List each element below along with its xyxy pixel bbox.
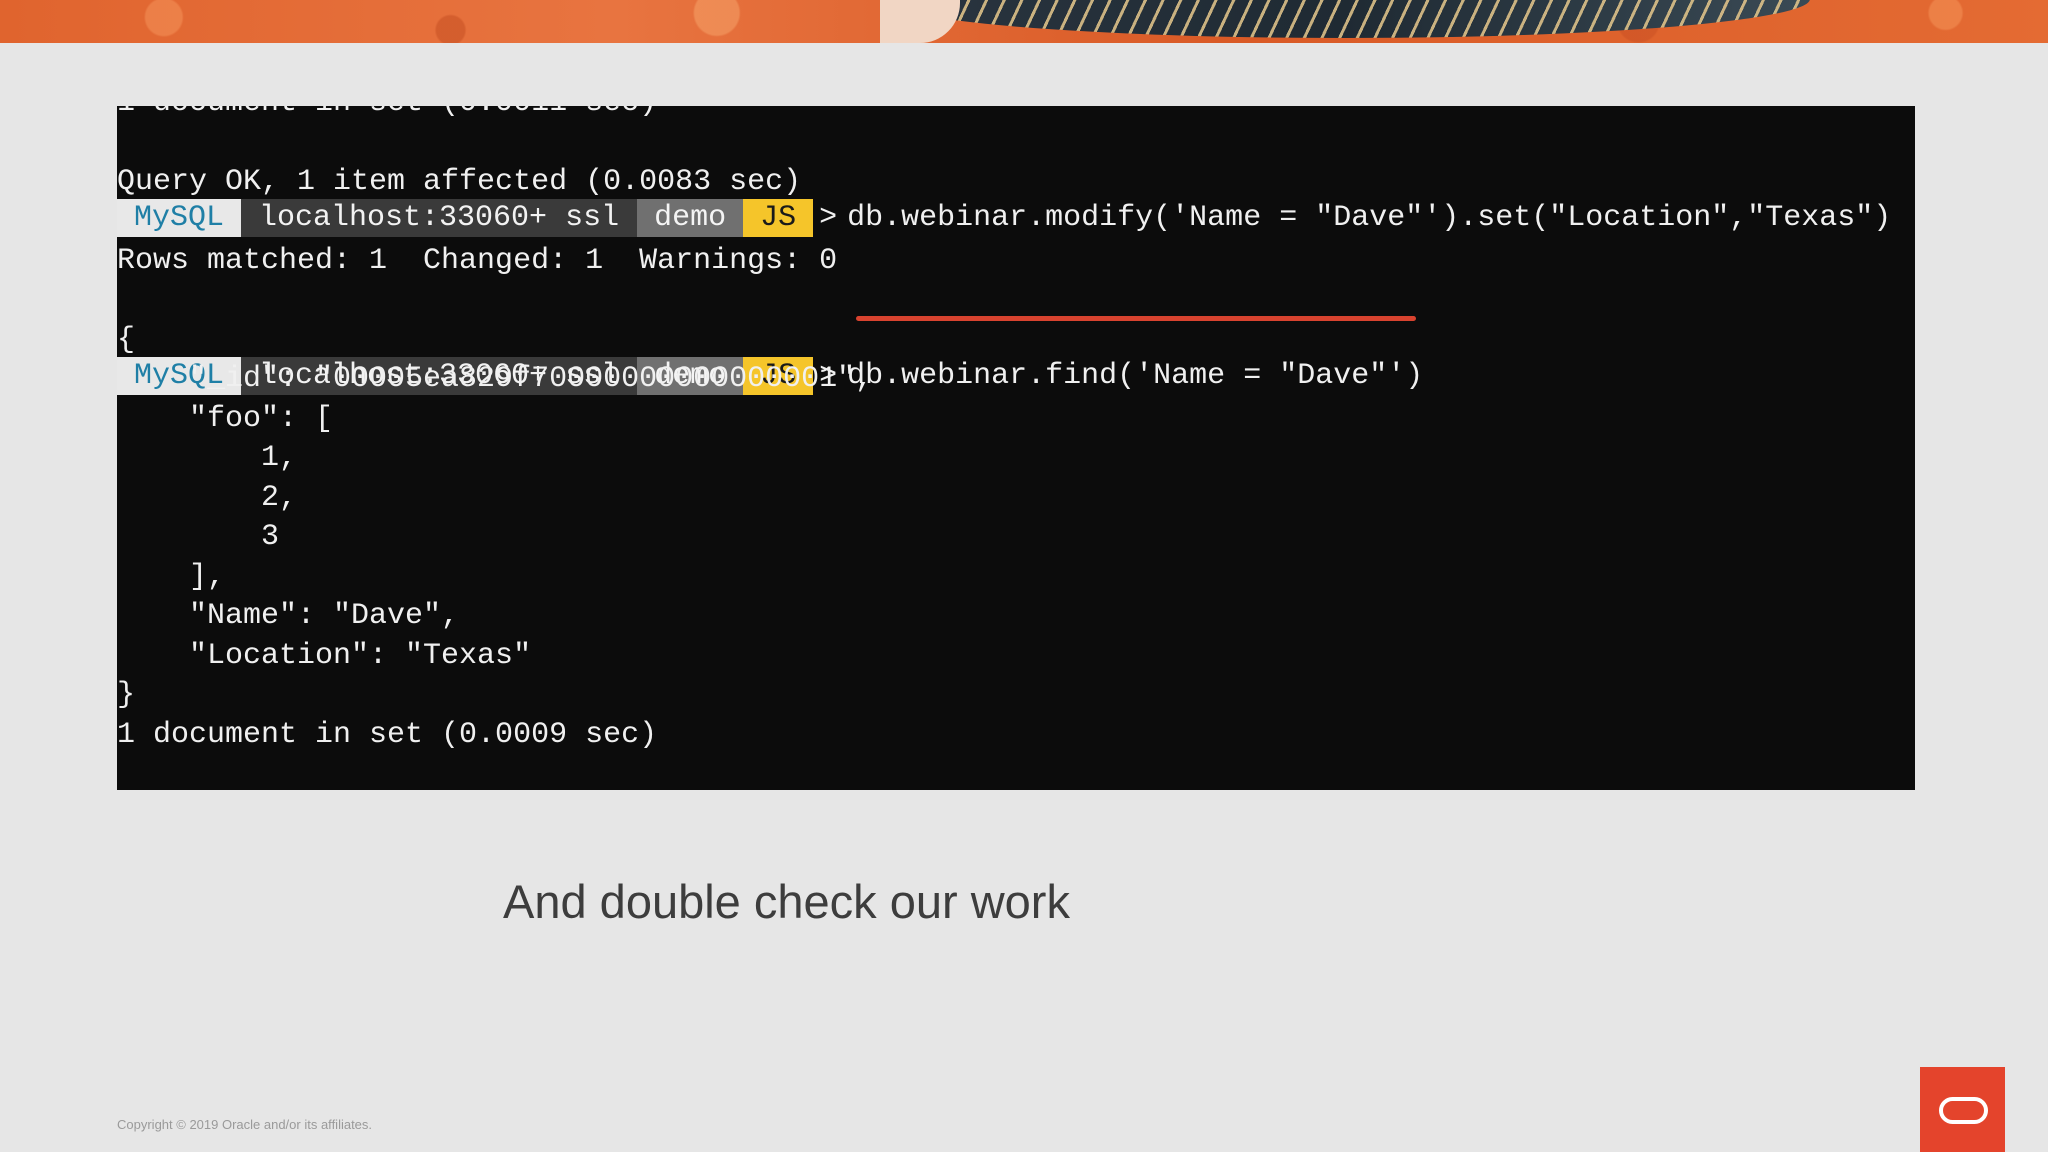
command-modify: db.webinar.modify('Name = "Dave"').set("… [847, 201, 1892, 235]
output-doc-in-set: 1 document in set (0.0009 sec) [117, 718, 658, 752]
command-find: db.webinar.find('Name = "Dave"') [847, 359, 1424, 393]
prompt-schema: demo [637, 199, 744, 237]
oracle-logo-icon [1920, 1067, 2005, 1152]
highlight-underline [856, 316, 1416, 321]
prompt-product: MySQL [117, 199, 242, 237]
prompt-host: localhost:33060+ ssl [241, 199, 638, 237]
prompt-mode: JS [743, 199, 814, 237]
banner-artwork-accent [880, 0, 960, 43]
prompt-line-modify: MySQL localhost:33060+ ssl demo JS > db.… [117, 123, 1891, 237]
json-open-brace: { [117, 323, 136, 357]
json-id-line: "_id": "00005ea829f70000000000000001", [117, 362, 874, 396]
prompt-line-idle[interactable]: MySQL localhost:33060+ ssl demo JS > [117, 752, 847, 790]
decorative-banner [0, 0, 2048, 43]
json-location-line: "Location": "Texas" [117, 639, 532, 673]
output-rows-matched: Rows matched: 1 Changed: 1 Warnings: 0 [117, 244, 838, 278]
prompt-arrow: > [819, 201, 838, 235]
json-foo-close: ], [117, 560, 226, 594]
json-foo-item: 1, [117, 441, 298, 475]
clipped-output-line: 1 document in set (0.0011 sec) [117, 106, 657, 122]
slide-caption: And double check our work [503, 875, 1070, 928]
copyright-notice: Copyright © 2019 Oracle and/or its affil… [117, 1117, 373, 1132]
banner-artwork [880, 0, 1810, 38]
prompt-line-find: MySQL localhost:33060+ ssl demo JS > db.… [117, 281, 1423, 395]
json-foo-item: 3 [117, 520, 280, 554]
mysql-shell-terminal[interactable]: 1 document in set (0.0011 sec) MySQL loc… [117, 106, 1915, 790]
json-foo-line: "foo": [ [117, 402, 334, 436]
oracle-ring-icon [1939, 1097, 1988, 1124]
output-query-ok: Query OK, 1 item affected (0.0083 sec) [117, 165, 802, 199]
json-close-brace: } [117, 678, 136, 712]
json-foo-item: 2, [117, 481, 298, 515]
json-name-line: "Name": "Dave", [117, 599, 460, 633]
